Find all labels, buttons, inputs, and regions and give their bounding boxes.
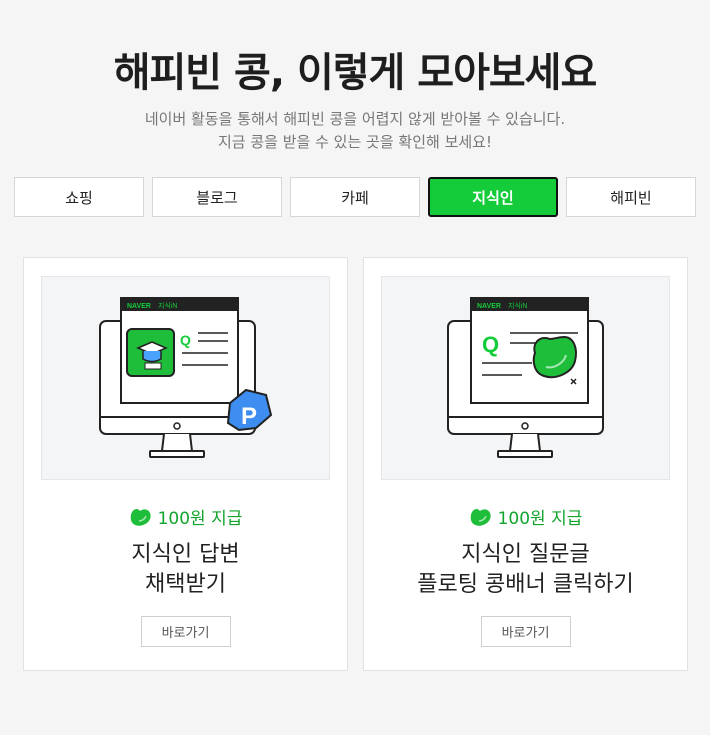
window-service: 지식iN (508, 301, 528, 310)
reward-label: 100원 지급 (364, 504, 687, 529)
page-title: 해피빈 콩, 이렇게 모아보세요 (113, 50, 598, 96)
category-tabs: 쇼핑 블로그 카페 지식인 해피빈 (14, 177, 696, 217)
monitor-illustration: NAVER 지식iN Q P (99, 297, 273, 458)
window-service: 지식iN (158, 301, 178, 310)
tab-happybean[interactable]: 해피빈 (566, 177, 696, 217)
bean-icon (130, 508, 151, 526)
card-title-line1: 지식인 질문글 (461, 542, 590, 567)
q-mark: Q (482, 332, 499, 357)
go-button[interactable]: 바로가기 (140, 616, 231, 647)
card-title: 지식인 답변 채택받기 (24, 540, 347, 600)
card-floating-banner: NAVER 지식iN Q 100원 지급 지식인 질문글 플로팅 콩배너 클릭하… (363, 257, 688, 671)
card-answer-selected: NAVER 지식iN Q P 100원 지급 지식인 답변 채택받기 바로가기 (23, 257, 348, 671)
reward-text: 100원 지급 (497, 509, 583, 529)
q-mark: Q (180, 332, 191, 348)
bean-icon (470, 508, 491, 526)
page-subtitle-line2: 지금 콩을 받을 수 있는 곳을 확인해 보세요! (218, 133, 492, 151)
window-brand: NAVER (477, 303, 501, 310)
answer-illustration: NAVER 지식iN Q P (41, 276, 330, 480)
badge-letter: P (241, 403, 257, 430)
tab-shopping[interactable]: 쇼핑 (14, 177, 144, 217)
monitor-illustration: NAVER 지식iN Q (447, 297, 604, 458)
go-button[interactable]: 바로가기 (480, 616, 571, 647)
tab-jisikin[interactable]: 지식인 (428, 177, 558, 217)
tab-cafe[interactable]: 카페 (290, 177, 420, 217)
bean-banner-icon (532, 335, 577, 379)
reward-text: 100원 지급 (157, 509, 243, 529)
tab-blog[interactable]: 블로그 (152, 177, 282, 217)
card-title-line2: 채택받기 (145, 572, 226, 597)
page-subtitle-line1: 네이버 활동을 통해서 해피빈 콩을 어렵지 않게 받아볼 수 있습니다. (144, 110, 566, 128)
reward-label: 100원 지급 (24, 504, 347, 529)
window-brand: NAVER (127, 303, 151, 310)
card-title-line1: 지식인 답변 (131, 542, 240, 567)
banner-illustration: NAVER 지식iN Q (381, 276, 670, 480)
card-title: 지식인 질문글 플로팅 콩배너 클릭하기 (364, 540, 687, 600)
card-title-line2: 플로팅 콩배너 클릭하기 (417, 572, 634, 597)
